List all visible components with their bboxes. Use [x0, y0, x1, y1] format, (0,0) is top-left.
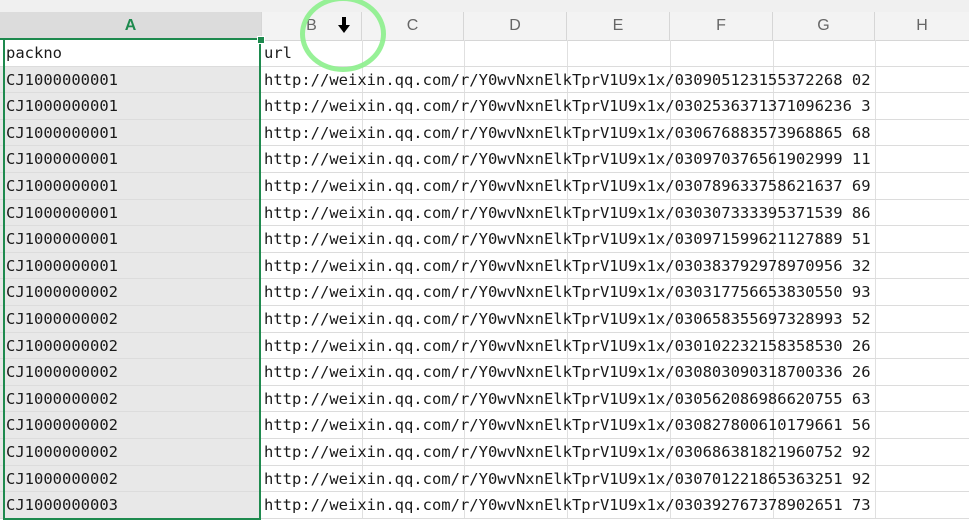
- column-header-d[interactable]: D: [464, 12, 567, 40]
- cell-packno[interactable]: CJ1000000001: [0, 93, 260, 119]
- cell-packno[interactable]: CJ1000000002: [0, 359, 260, 385]
- cell-packno[interactable]: CJ1000000001: [0, 146, 260, 172]
- column-header-f[interactable]: F: [670, 12, 773, 40]
- cell-url[interactable]: http://weixin.qq.com/r/Y0wvNxnElkTprV1U9…: [262, 146, 969, 172]
- table-row: CJ1000000001 http://weixin.qq.com/r/Y0wvN…: [0, 146, 969, 173]
- cell-url[interactable]: http://weixin.qq.com/r/Y0wvNxnElkTprV1U9…: [262, 173, 969, 199]
- table-row: CJ1000000001 http://weixin.qq.com/r/Y0wvN…: [0, 66, 969, 94]
- cell-b-header[interactable]: url: [262, 40, 969, 66]
- cell-packno[interactable]: CJ1000000001: [0, 199, 260, 226]
- table-row: CJ1000000002 http://weixin.qq.com/r/Y0wvN…: [0, 279, 969, 306]
- top-strip: [0, 0, 969, 12]
- table-row: CJ1000000001 http://weixin.qq.com/r/Y0wvN…: [0, 199, 969, 227]
- cell-packno[interactable]: CJ1000000001: [0, 173, 260, 199]
- cell-packno[interactable]: CJ1000000001: [0, 226, 260, 252]
- cell-url[interactable]: http://weixin.qq.com/r/Y0wvNxnElkTprV1U9…: [262, 93, 969, 119]
- column-header-row: A B C D E F G H: [0, 12, 969, 41]
- cell-url[interactable]: http://weixin.qq.com/r/Y0wvNxnElkTprV1U9…: [262, 492, 969, 518]
- down-arrow-cursor-icon: [338, 17, 350, 33]
- cell-packno[interactable]: CJ1000000002: [0, 465, 260, 492]
- table-row: CJ1000000002 http://weixin.qq.com/r/Y0wvN…: [0, 385, 969, 413]
- table-row: CJ1000000001 http://weixin.qq.com/r/Y0wvN…: [0, 119, 969, 147]
- cell-url[interactable]: http://weixin.qq.com/r/Y0wvNxnElkTprV1U9…: [262, 253, 969, 279]
- cell-url[interactable]: http://weixin.qq.com/r/Y0wvNxnElkTprV1U9…: [262, 359, 969, 385]
- cell-packno[interactable]: CJ1000000001: [0, 252, 260, 279]
- cell-packno[interactable]: CJ1000000003: [0, 492, 260, 518]
- column-header-g[interactable]: G: [773, 12, 875, 40]
- table-row: CJ1000000002 http://weixin.qq.com/r/Y0wvN…: [0, 332, 969, 360]
- cell-url[interactable]: http://weixin.qq.com/r/Y0wvNxnElkTprV1U9…: [262, 439, 969, 465]
- cell-packno[interactable]: CJ1000000002: [0, 306, 260, 332]
- table-row: CJ1000000003 http://weixin.qq.com/r/Y0wvN…: [0, 492, 969, 519]
- spreadsheet: A B C D E F G H packno url CJ1000000001 h…: [0, 0, 969, 520]
- cell-packno[interactable]: CJ1000000002: [0, 279, 260, 305]
- cell-a-header[interactable]: packno: [0, 40, 260, 66]
- cell-url[interactable]: http://weixin.qq.com/r/Y0wvNxnElkTprV1U9…: [262, 226, 969, 252]
- cell-url[interactable]: http://weixin.qq.com/r/Y0wvNxnElkTprV1U9…: [262, 333, 969, 359]
- table-row: CJ1000000002 http://weixin.qq.com/r/Y0wvN…: [0, 359, 969, 386]
- cell-url[interactable]: http://weixin.qq.com/r/Y0wvNxnElkTprV1U9…: [262, 120, 969, 146]
- table-row: CJ1000000001 http://weixin.qq.com/r/Y0wvN…: [0, 93, 969, 120]
- table-row: CJ1000000002 http://weixin.qq.com/r/Y0wvN…: [0, 306, 969, 333]
- column-header-c[interactable]: C: [362, 12, 464, 40]
- column-header-a[interactable]: A: [0, 12, 262, 40]
- cell-packno[interactable]: CJ1000000002: [0, 412, 260, 438]
- cell-url[interactable]: http://weixin.qq.com/r/Y0wvNxnElkTprV1U9…: [262, 412, 969, 438]
- fill-handle[interactable]: [257, 36, 265, 44]
- table-row: CJ1000000001 http://weixin.qq.com/r/Y0wvN…: [0, 252, 969, 280]
- table-row: CJ1000000002 http://weixin.qq.com/r/Y0wvN…: [0, 465, 969, 493]
- cell-packno[interactable]: CJ1000000001: [0, 119, 260, 146]
- cell-url[interactable]: http://weixin.qq.com/r/Y0wvNxnElkTprV1U9…: [262, 466, 969, 492]
- table-row: CJ1000000002 http://weixin.qq.com/r/Y0wvN…: [0, 439, 969, 466]
- cell-url[interactable]: http://weixin.qq.com/r/Y0wvNxnElkTprV1U9…: [262, 67, 969, 93]
- cell-packno[interactable]: CJ1000000002: [0, 439, 260, 465]
- cell-packno[interactable]: CJ1000000002: [0, 385, 260, 412]
- cell-url[interactable]: http://weixin.qq.com/r/Y0wvNxnElkTprV1U9…: [262, 279, 969, 305]
- table-row: CJ1000000002 http://weixin.qq.com/r/Y0wvN…: [0, 412, 969, 439]
- table-row: CJ1000000001 http://weixin.qq.com/r/Y0wvN…: [0, 173, 969, 200]
- cell-url[interactable]: http://weixin.qq.com/r/Y0wvNxnElkTprV1U9…: [262, 200, 969, 226]
- column-header-e[interactable]: E: [567, 12, 670, 40]
- table-row: CJ1000000001 http://weixin.qq.com/r/Y0wvN…: [0, 226, 969, 253]
- cell-url[interactable]: http://weixin.qq.com/r/Y0wvNxnElkTprV1U9…: [262, 306, 969, 332]
- cell-packno[interactable]: CJ1000000001: [0, 66, 260, 93]
- column-header-h[interactable]: H: [875, 12, 969, 40]
- cell-packno[interactable]: CJ1000000002: [0, 332, 260, 359]
- header-row: packno url: [0, 40, 969, 67]
- cell-url[interactable]: http://weixin.qq.com/r/Y0wvNxnElkTprV1U9…: [262, 386, 969, 412]
